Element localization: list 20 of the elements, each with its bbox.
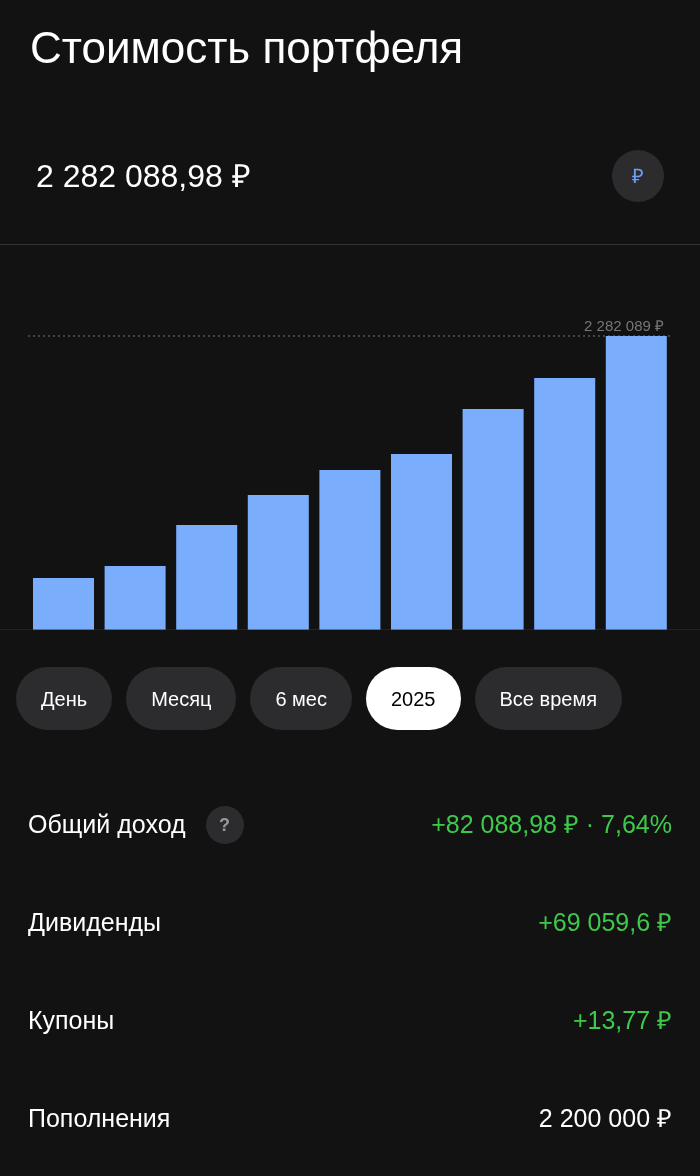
stat-value: +82 088,98 ₽ · 7,64% xyxy=(431,809,672,841)
currency-button[interactable]: ₽ xyxy=(612,150,664,202)
stat-label: Общий доход xyxy=(28,809,186,841)
chart-bar xyxy=(33,578,94,630)
page-title: Стоимость портфеля xyxy=(29,22,465,74)
chart-bar xyxy=(104,566,166,630)
stat-value: 2 200 000 ₽ xyxy=(538,1103,672,1135)
period-tab[interactable]: День xyxy=(16,667,113,730)
portfolio-total: 2 282 088,98 ₽ xyxy=(36,157,251,196)
stat-label: Пополнения xyxy=(28,1103,171,1135)
period-tab[interactable]: Месяц xyxy=(126,667,237,730)
stat-label: Дивиденды xyxy=(28,907,161,939)
stat-value: +69 059,6 ₽ xyxy=(538,907,672,939)
max-value-label: 2 282 089 ₽ xyxy=(584,316,664,336)
help-button[interactable]: ? xyxy=(205,806,244,844)
period-tab[interactable]: 2025 xyxy=(366,667,461,730)
period-tab[interactable]: Все время xyxy=(474,667,622,730)
stat-value: +13,77 ₽ xyxy=(572,1005,672,1037)
period-tab[interactable]: 6 мес xyxy=(250,667,352,730)
stat-label: Купоны xyxy=(28,1005,115,1037)
